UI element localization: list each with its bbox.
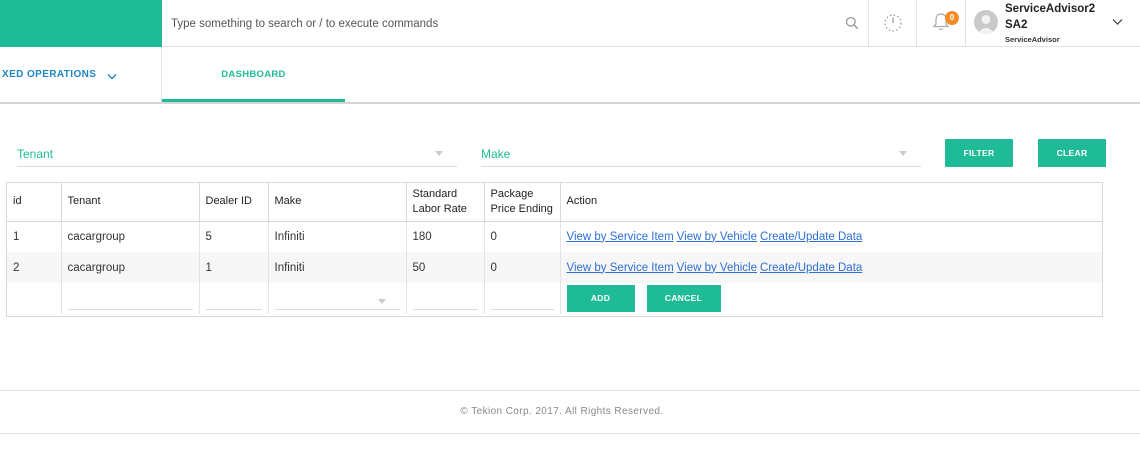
- column-header-package-price-ending[interactable]: Package Price Ending: [484, 183, 561, 222]
- cell-actions: View by Service Item View by Vehicle Creat…: [560, 252, 1102, 283]
- cell-actions: View by Service Item View by Vehicle Creat…: [560, 221, 1102, 252]
- cell-id: 1: [7, 221, 62, 252]
- cell-price-ending: 0: [484, 221, 561, 252]
- view-by-vehicle-link[interactable]: View by Vehicle: [677, 231, 757, 243]
- new-dealer-id-cell: [199, 283, 269, 314]
- clock-button[interactable]: [868, 0, 916, 47]
- column-header-tenant[interactable]: Tenant: [61, 183, 200, 222]
- new-tenant-cell: [61, 283, 200, 314]
- new-actions-cell: ADD CANCEL: [560, 283, 1102, 314]
- column-header-make[interactable]: Make: [268, 183, 407, 222]
- cell-dealer-id: 1: [199, 252, 269, 283]
- new-labor-rate-cell: [406, 283, 485, 314]
- clear-button[interactable]: CLEAR: [1038, 139, 1106, 167]
- brand-logo-area[interactable]: [0, 0, 162, 47]
- new-id-cell: [7, 283, 62, 314]
- user-name: ServiceAdvisor2: [1005, 3, 1096, 15]
- module-selector[interactable]: XED OPERATIONS: [0, 47, 162, 102]
- cell-tenant: cacargroup: [61, 221, 200, 252]
- cell-labor-rate: 50: [406, 252, 485, 283]
- nav-bar: XED OPERATIONS DASHBOARD: [0, 47, 1140, 104]
- chevron-down-icon[interactable]: [1112, 18, 1123, 26]
- new-labor-rate-input[interactable]: [412, 287, 478, 310]
- cell-id: 2: [7, 252, 62, 283]
- new-tenant-input[interactable]: [67, 287, 193, 310]
- new-price-ending-input[interactable]: [490, 287, 554, 310]
- view-by-service-item-link[interactable]: View by Service Item: [567, 262, 674, 274]
- user-menu[interactable]: ServiceAdvisor2 SA2 ServiceAdvisor: [965, 0, 1140, 47]
- avatar: [974, 10, 998, 34]
- search-icon[interactable]: [845, 16, 859, 30]
- dealer-config-table: id Tenant Dealer ID Make Standard Labor …: [6, 182, 1103, 317]
- clock-icon: [884, 14, 902, 32]
- new-make-cell: [268, 283, 407, 314]
- search-input[interactable]: [171, 15, 811, 33]
- cell-labor-rate: 180: [406, 221, 485, 252]
- tab-dashboard-label: DASHBOARD: [221, 69, 286, 80]
- module-label: XED OPERATIONS: [2, 69, 97, 80]
- make-select-label: Make: [481, 147, 511, 161]
- tab-dashboard[interactable]: DASHBOARD: [162, 47, 345, 102]
- cell-make: Infiniti: [268, 252, 407, 283]
- new-dealer-id-input[interactable]: [205, 287, 262, 310]
- column-header-dealer-id[interactable]: Dealer ID: [199, 183, 269, 222]
- create-update-data-link[interactable]: Create/Update Data: [760, 262, 862, 274]
- cell-make: Infiniti: [268, 221, 407, 252]
- column-header-id[interactable]: id: [7, 183, 62, 222]
- column-header-standard-labor-rate[interactable]: Standard Labor Rate: [406, 183, 485, 222]
- view-by-vehicle-link[interactable]: View by Vehicle: [677, 262, 757, 274]
- column-header-action: Action: [560, 183, 1102, 222]
- user-code: SA2: [1005, 19, 1028, 31]
- make-select[interactable]: Make: [481, 141, 921, 167]
- notification-count-badge: 0: [945, 11, 959, 25]
- filter-button[interactable]: FILTER: [945, 139, 1013, 167]
- search-bar: [162, 0, 868, 47]
- new-price-ending-cell: [484, 283, 561, 314]
- cell-dealer-id: 5: [199, 221, 269, 252]
- user-role: ServiceAdvisor: [1005, 35, 1060, 44]
- tenant-select[interactable]: Tenant: [17, 141, 457, 167]
- table-header-row: id Tenant Dealer ID Make Standard Labor …: [7, 183, 1102, 222]
- create-update-data-link[interactable]: Create/Update Data: [760, 231, 862, 243]
- copyright-text: © Tekion Corp. 2017. All Rights Reserved…: [460, 406, 664, 417]
- top-bar: 0 ServiceAdvisor2 SA2 ServiceAdvisor: [0, 0, 1140, 47]
- chevron-down-icon: [107, 74, 117, 80]
- notifications-button[interactable]: 0: [916, 0, 965, 47]
- cancel-button[interactable]: CANCEL: [646, 285, 721, 312]
- footer: © Tekion Corp. 2017. All Rights Reserved…: [0, 390, 1140, 434]
- tenant-select-label: Tenant: [17, 147, 54, 161]
- add-button[interactable]: ADD: [566, 285, 635, 312]
- table-row: 2 cacargroup 1 Infiniti 50 0 View by Ser…: [7, 252, 1102, 283]
- caret-down-icon: [899, 151, 907, 156]
- cell-price-ending: 0: [484, 252, 561, 283]
- cell-tenant: cacargroup: [61, 252, 200, 283]
- table-row: 1 cacargroup 5 Infiniti 180 0 View by Se…: [7, 221, 1102, 252]
- new-entry-row: ADD CANCEL: [7, 283, 1102, 314]
- caret-down-icon: [435, 151, 443, 156]
- view-by-service-item-link[interactable]: View by Service Item: [567, 231, 674, 243]
- caret-down-icon: [377, 299, 386, 304]
